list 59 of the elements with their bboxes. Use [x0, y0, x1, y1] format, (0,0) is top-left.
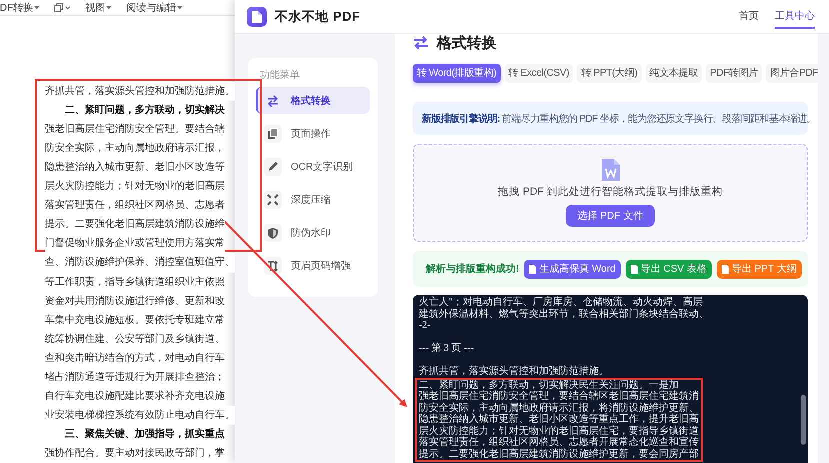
document-icon: [251, 10, 263, 24]
success-message: 解析与排版重构成功!: [426, 262, 520, 276]
swap-icon: [267, 94, 279, 106]
nav-link[interactable]: 首页: [739, 4, 759, 28]
drop-hint: 拖拽 PDF 到此处进行智能格式提取与排版重构: [498, 185, 723, 199]
shield-icon: [267, 226, 279, 238]
caret-icon: [34, 4, 40, 11]
output-text: 建筑外保温材料、燃气等突出环节，联合相关部门条块结合联动、: [419, 308, 709, 320]
info-text: 新版排版引擎说明: 前端尽力重构您的 PDF 坐标，能为您还原文字换行、段落间距和基本缩进。: [422, 112, 816, 126]
select-file-button[interactable]: 选择 PDF 文件: [566, 205, 656, 227]
toolbar-menu[interactable]: 阅读与编辑: [126, 0, 184, 15]
export-button[interactable]: 生成高保真 Word: [524, 260, 621, 278]
output-text: 提示。二要强化老旧高层建筑消防设施维护更新，要会同房产部: [419, 448, 699, 460]
caret-icon: [106, 4, 112, 11]
sidebar-heading: 功能菜单: [259, 68, 301, 82]
output-text: 强老旧高层住宅消防安全管理，要结合辖区老旧高层住宅建筑消: [419, 391, 699, 402]
word-file-icon: [600, 158, 620, 182]
document-text: 层火灾防控能力；针对无物业的老旧高层: [45, 177, 225, 196]
compress-icon: [267, 194, 279, 206]
sidebar-item[interactable]: 格式转换: [256, 87, 370, 114]
output-text: 齐抓共管，落实源头管控和加强防范措施。: [419, 366, 610, 378]
caret-icon: [65, 4, 72, 11]
file-icon: [722, 264, 729, 274]
tab[interactable]: 转 Word(排版重构): [413, 64, 501, 83]
toolbar-menu[interactable]: 视图: [85, 0, 112, 15]
output-text: 层火灾防控能力；针对无物业的老旧高层住宅，要指导乡镇街道: [419, 426, 699, 436]
output-text: 防安全实际，主动向属地政府请示汇报，将消防设施维护更新、: [419, 402, 699, 414]
toolbar-menu[interactable]: DF转换: [0, 0, 40, 15]
file-icon: [529, 264, 536, 274]
copy-button[interactable]: [54, 2, 72, 13]
output-text: 隐患整治纳入城市更新、老旧小区改造等重点工作，提升老旧高: [419, 414, 699, 426]
output-text: 落实管理责任，组织社区网格员、志愿者开展常态化巡查和宣传: [419, 437, 699, 448]
tab[interactable]: 转 Excel(CSV): [504, 64, 574, 83]
tab[interactable]: 纯文本提取: [646, 64, 702, 83]
sidebar-item[interactable]: OCR文字识别: [256, 153, 370, 180]
scrollbar[interactable]: [801, 395, 806, 445]
app-title: 不水不地 PDF: [275, 8, 361, 26]
copy-icon: [267, 128, 279, 140]
nav-link[interactable]: 工具中心: [775, 4, 815, 28]
copy-icon: [54, 2, 64, 13]
tab[interactable]: 转 PPT(大纲): [577, 64, 642, 83]
output-text: --- 第 3 页 ---: [419, 343, 475, 354]
drop-zone[interactable]: 拖拽 PDF 到此处进行智能格式提取与排版重构 选择 PDF 文件: [413, 144, 808, 242]
document-text: 落实管理责任，组织社区网格员、志愿者: [45, 196, 225, 216]
file-icon: [630, 264, 638, 274]
caret-icon: [177, 4, 184, 11]
sidebar-item[interactable]: 深度压缩: [256, 186, 370, 213]
tab[interactable]: 图片合PDF: [766, 64, 818, 83]
swap-icon: [413, 36, 429, 50]
sidebar-item[interactable]: 页眉页码增强: [256, 252, 370, 279]
tab[interactable]: PDF转图片: [706, 64, 762, 83]
sidebar-item[interactable]: 防伪水印: [256, 219, 370, 246]
output-text: 二、紧盯问题，多方联动，切实解决民生关注问题。一是加: [419, 380, 680, 390]
text-height-icon: [267, 260, 279, 272]
sidebar-item[interactable]: 页面操作: [256, 120, 370, 147]
page-title: 格式转换: [437, 34, 497, 52]
pen-icon: [267, 160, 279, 172]
output-text: 火亡人"；对电动自行车、厂房库房、仓储物流、动火动焊、高层: [419, 297, 704, 308]
output-text: -2-: [419, 320, 432, 332]
